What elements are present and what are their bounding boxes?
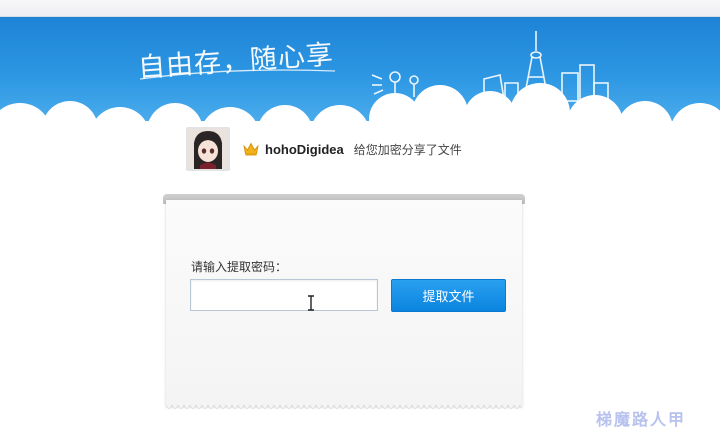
watermark: 梯魔路人甲	[596, 410, 687, 429]
banner-illustration	[0, 31, 720, 125]
text-cursor-icon	[308, 295, 314, 311]
crown-icon	[243, 142, 259, 156]
sharer-username[interactable]: hohoDigidea	[265, 142, 344, 157]
page: 自由存，随心享 hohoDigidea 给您加密分享了文件 请输入提取密码： 提…	[0, 0, 720, 448]
share-message: 给您加密分享了文件	[353, 142, 462, 157]
card-zigzag-edge	[166, 402, 522, 409]
avatar-image	[188, 129, 228, 169]
header-banner: 自由存，随心享	[0, 17, 720, 125]
password-input[interactable]	[190, 279, 378, 311]
sharer-info: hohoDigidea 给您加密分享了文件	[186, 126, 462, 172]
password-label: 请输入提取密码：	[191, 260, 288, 274]
browser-top-strip	[0, 0, 720, 17]
avatar[interactable]	[186, 127, 230, 171]
extract-file-button[interactable]: 提取文件	[391, 279, 506, 312]
